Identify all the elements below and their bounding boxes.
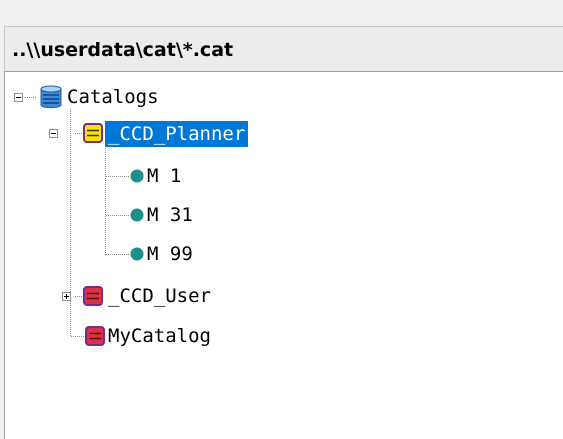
catalog-yellow-icon <box>83 123 103 143</box>
tree-node-m31[interactable]: M 31 <box>144 202 196 228</box>
database-icon <box>40 85 62 109</box>
tree-node-m99[interactable]: M 99 <box>144 241 196 267</box>
tree-node-ccd-user[interactable]: _CCD_User <box>105 283 214 309</box>
tree-node-ccd-planner[interactable]: _CCD_Planner <box>105 121 249 147</box>
catalog-tree[interactable]: Catalogs _CCD_Planner M 1 M 31 M 99 _CCD… <box>4 72 563 439</box>
tree-node-mycatalog[interactable]: MyCatalog <box>105 323 214 349</box>
catalog-red-icon <box>83 286 103 306</box>
catalog-red-icon <box>85 326 105 346</box>
tree-node-catalogs[interactable]: Catalogs <box>64 84 162 110</box>
ccd-planner-collapse-toggle[interactable] <box>49 129 58 138</box>
ccd-user-expand-toggle[interactable] <box>62 292 71 301</box>
catalog-path-header: ..\\userdata\cat\*.cat <box>4 26 563 72</box>
object-dot-icon <box>130 208 144 222</box>
object-dot-icon <box>130 247 144 261</box>
catalog-path-text: ..\\userdata\cat\*.cat <box>12 39 234 61</box>
top-strip <box>0 0 563 26</box>
tree-node-m1[interactable]: M 1 <box>144 163 184 189</box>
object-dot-icon <box>130 169 144 183</box>
catalogs-collapse-toggle[interactable] <box>14 93 23 102</box>
catalog-tree-panel: ..\\userdata\cat\*.cat Catalogs _CCD_Pla… <box>0 0 563 439</box>
